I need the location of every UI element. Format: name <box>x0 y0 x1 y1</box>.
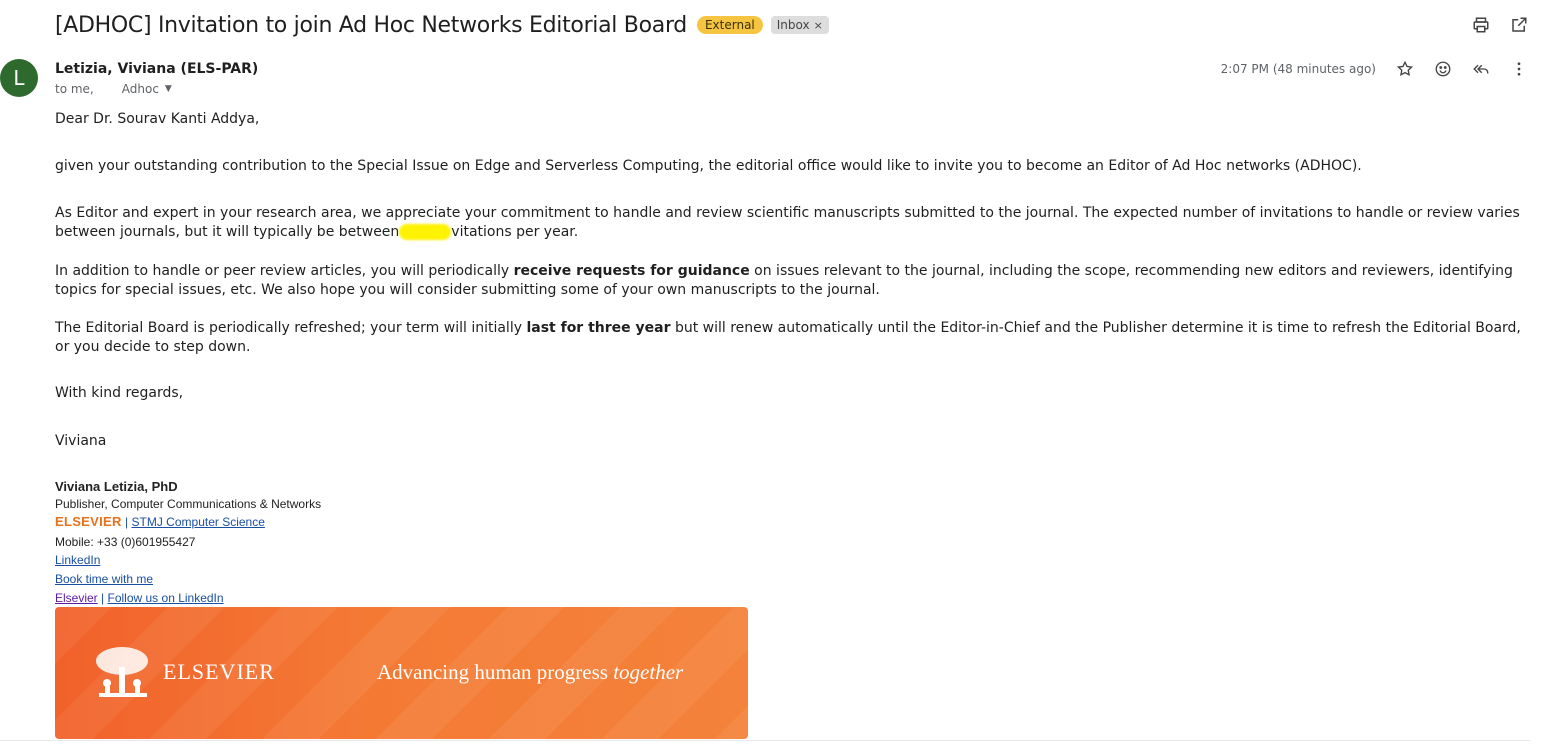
body-closing: With kind regards, <box>55 385 184 401</box>
inbox-label[interactable]: Inbox × <box>770 16 829 34</box>
body-greeting: Dear Dr. Sourav Kanti Addya, <box>55 111 260 127</box>
inbox-label-text: Inbox <box>776 18 810 32</box>
signature-title: Publisher, Computer Communications & Net… <box>55 497 322 511</box>
body-paragraph-4-start: The Editorial Board is periodically refr… <box>55 320 522 336</box>
recipients: to me, Adhoc ▼ <box>55 82 172 96</box>
stmj-link[interactable]: STMJ Computer Science <box>132 515 265 529</box>
banner-tagline-italic: together <box>613 660 684 684</box>
body-paragraph-3-start: In addition to handle or peer review art… <box>55 263 510 279</box>
body-paragraph-1: given your outstanding contribution to t… <box>55 158 1362 174</box>
body-paragraph-4-bold: last for three year <box>526 320 671 336</box>
elsevier-banner[interactable]: ELSEVIER Advancing human progress togeth… <box>55 607 748 739</box>
elsevier-brand: ELSEVIER <box>55 514 122 529</box>
linkedin-link[interactable]: LinkedIn <box>55 553 100 567</box>
elsevier-tree-logo <box>96 647 148 697</box>
avatar[interactable]: L <box>0 59 38 97</box>
signature-brand-row: ELSEVIER | STMJ Computer Science <box>55 514 265 529</box>
body-paragraph-2-start: As Editor and expert in your research ar… <box>55 205 1520 240</box>
body-paragraph-3: In addition to handle or peer review art… <box>55 262 1530 300</box>
footer-links-row: Elsevier | Follow us on LinkedIn <box>55 591 224 605</box>
more-vert-icon[interactable] <box>1508 58 1530 80</box>
timestamp: 2:07 PM (48 minutes ago) <box>1220 62 1376 76</box>
body-paragraph-2-end: vitations per year. <box>451 224 579 240</box>
print-icon[interactable] <box>1470 14 1492 36</box>
email-subject: [ADHOC] Invitation to join Ad Hoc Networ… <box>55 12 687 38</box>
remove-label-icon[interactable]: × <box>814 19 823 32</box>
external-label: External <box>696 16 763 34</box>
subject-row: [ADHOC] Invitation to join Ad Hoc Networ… <box>55 10 829 40</box>
signature-name: Viviana Letizia, PhD <box>55 479 178 494</box>
top-actions <box>1470 14 1530 36</box>
signature-mobile: Mobile: +33 (0)601955427 <box>55 535 196 549</box>
open-in-new-window-icon[interactable] <box>1508 14 1530 36</box>
recipients-list: Adhoc <box>121 82 159 96</box>
banner-tagline-plain: Advancing human progress <box>377 660 608 684</box>
separator: | <box>125 515 129 529</box>
follow-linkedin-link[interactable]: Follow us on LinkedIn <box>108 591 224 605</box>
star-icon[interactable] <box>1394 58 1416 80</box>
chevron-down-icon[interactable]: ▼ <box>165 84 172 94</box>
banner-wordmark: ELSEVIER <box>163 659 275 684</box>
sender-name[interactable]: Letizia, Viviana (ELS-PAR) <box>55 61 258 77</box>
banner-tagline: Advancing human progress together <box>377 660 683 685</box>
message-meta: 2:07 PM (48 minutes ago) <box>1221 58 1530 80</box>
body-signoff: Viviana <box>55 433 107 449</box>
reply-all-icon[interactable] <box>1470 58 1492 80</box>
body-paragraph-2: As Editor and expert in your research ar… <box>55 204 1530 242</box>
emoji-icon[interactable] <box>1432 58 1454 80</box>
divider <box>0 740 1530 741</box>
book-time-row: Book time with me <box>55 572 153 586</box>
book-time-link[interactable]: Book time with me <box>55 572 153 586</box>
recipients-to: to me, <box>55 82 94 96</box>
elsevier-link[interactable]: Elsevier <box>55 591 98 605</box>
body-paragraph-4: The Editorial Board is periodically refr… <box>55 319 1530 357</box>
separator: | <box>101 591 105 605</box>
redaction-highlight <box>399 224 452 240</box>
linkedin-row: LinkedIn <box>55 553 100 567</box>
body-paragraph-3-bold: receive requests for guidance <box>513 263 750 279</box>
